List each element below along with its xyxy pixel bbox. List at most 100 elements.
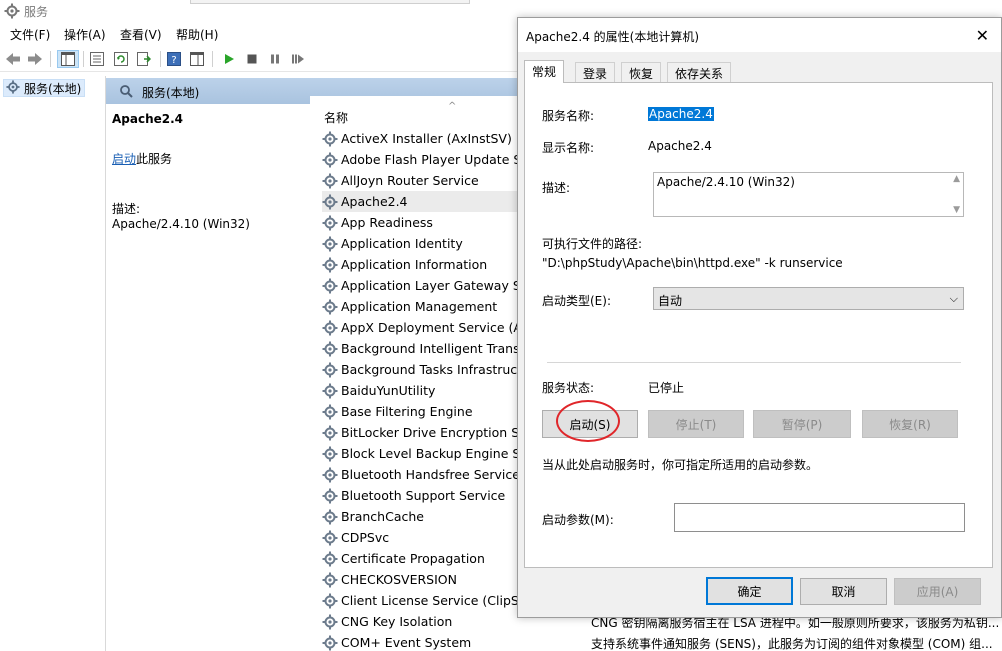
start-service-line: 启动此服务	[112, 150, 172, 167]
gear-icon	[322, 551, 338, 567]
start-service-link[interactable]: 启动	[112, 152, 136, 166]
content-header-title: 服务(本地)	[142, 86, 200, 100]
svg-text:?: ?	[171, 55, 176, 66]
column-header-name[interactable]: 名称	[324, 109, 348, 126]
gear-icon	[322, 635, 338, 651]
menu-file[interactable]: 文件(F)	[10, 26, 50, 43]
general-tab-panel: 服务名称: Apache2.4 显示名称: Apache2.4 描述: Apac…	[524, 82, 993, 568]
table-row[interactable]: BitLocker Drive Encryption Ser	[322, 422, 542, 443]
service-name-value[interactable]: Apache2.4	[648, 107, 714, 121]
dialog-title: Apache2.4 的属性(本地计算机)	[526, 30, 700, 44]
table-row[interactable]: Bluetooth Support Service	[322, 485, 542, 506]
gear-icon	[322, 467, 338, 483]
tab-dependencies[interactable]: 依存关系	[667, 62, 732, 82]
back-arrow-icon[interactable]	[4, 50, 22, 68]
start-service-suffix: 此服务	[136, 152, 173, 166]
table-row[interactable]: Base Filtering Engine	[322, 401, 542, 422]
scroll-up-icon[interactable]: ▲	[953, 174, 960, 184]
ok-button[interactable]: 确定	[706, 577, 793, 605]
description-textbox[interactable]: Apache/2.4.10 (Win32) ▲ ▼	[653, 172, 964, 217]
start-service-icon[interactable]	[220, 50, 238, 68]
table-row[interactable]: Background Intelligent Transfe	[322, 338, 542, 359]
gear-icon	[322, 299, 338, 315]
tab-recovery[interactable]: 恢复	[621, 62, 662, 82]
gear-icon	[322, 341, 338, 357]
close-icon[interactable]: ✕	[976, 26, 989, 45]
table-row[interactable]: Background Tasks Infrastructu	[322, 359, 542, 380]
service-name-cell: CDPSvc	[341, 530, 390, 545]
properties-icon[interactable]	[88, 50, 106, 68]
refresh-icon[interactable]	[112, 50, 130, 68]
console-tree-icon[interactable]	[57, 50, 79, 68]
pause-service-icon[interactable]	[266, 50, 284, 68]
service-name-cell: CHECKOSVERSION	[341, 572, 457, 587]
start-params-input[interactable]	[674, 503, 965, 532]
service-name-cell: Apache2.4	[341, 194, 408, 209]
menu-action[interactable]: 操作(A)	[64, 26, 106, 43]
properties-dialog: Apache2.4 的属性(本地计算机) ✕ 常规 登录 恢复 依存关系 服务名…	[517, 17, 1002, 618]
resume-button[interactable]: 恢复(R)	[862, 410, 958, 438]
tab-general[interactable]: 常规	[524, 60, 565, 83]
scroll-down-icon[interactable]: ▼	[953, 205, 960, 215]
gear-icon	[6, 79, 20, 97]
table-row[interactable]: Block Level Backup Engine Ser	[322, 443, 542, 464]
service-name-cell: AllJoyn Router Service	[341, 173, 479, 188]
display-name-label: 显示名称:	[542, 141, 595, 155]
gear-icon	[322, 383, 338, 399]
exe-path-label: 可执行文件的路径:	[542, 237, 643, 251]
dialog-tabs: 常规 登录 恢复 依存关系	[524, 60, 924, 83]
startup-type-value: 自动	[658, 294, 683, 308]
table-row[interactable]: Application Information	[322, 254, 542, 275]
table-row[interactable]: Apache2.4	[322, 191, 542, 212]
table-row[interactable]: AppX Deployment Service (Ap	[322, 317, 542, 338]
table-row[interactable]: App Readiness	[322, 212, 542, 233]
table-row[interactable]: CHECKOSVERSION	[322, 569, 542, 590]
table-row[interactable]: Adobe Flash Player Update Se	[322, 149, 542, 170]
gear-icon	[322, 362, 338, 378]
detail-description-value: Apache/2.4.10 (Win32)	[112, 217, 250, 231]
restart-service-icon[interactable]	[289, 50, 307, 68]
menu-help[interactable]: 帮助(H)	[176, 26, 218, 43]
table-row[interactable]: Application Identity	[322, 233, 542, 254]
export-list-icon[interactable]	[135, 50, 153, 68]
exe-path-value[interactable]: "D:\phpStudy\Apache\bin\httpd.exe" -k ru…	[542, 256, 843, 270]
table-row[interactable]: ActiveX Installer (AxInstSV)	[322, 128, 542, 149]
stop-button[interactable]: 停止(T)	[648, 410, 744, 438]
apply-button[interactable]: 应用(A)	[894, 578, 981, 605]
service-name-cell: Application Management	[341, 299, 498, 314]
pause-button[interactable]: 暂停(P)	[753, 410, 851, 438]
show-hide-pane-icon[interactable]	[188, 50, 206, 68]
service-name-cell: AppX Deployment Service (Ap	[341, 320, 530, 335]
menu-view[interactable]: 查看(V)	[120, 26, 162, 43]
window-title: 服务	[24, 5, 49, 19]
startup-type-select[interactable]: 自动 ⌵	[653, 287, 964, 310]
table-row[interactable]: AllJoyn Router Service	[322, 170, 542, 191]
table-row[interactable]: BaiduYunUtility	[322, 380, 542, 401]
table-row[interactable]: CNG Key Isolation	[322, 611, 542, 632]
service-name-cell: Background Intelligent Transfe	[341, 341, 532, 356]
table-row[interactable]: Application Management	[322, 296, 542, 317]
help-icon[interactable]: ?	[165, 50, 183, 68]
gear-icon	[322, 257, 338, 273]
tree-item-services-local[interactable]: 服务(本地)	[3, 79, 85, 97]
table-row[interactable]: Application Layer Gateway Ser	[322, 275, 542, 296]
tab-logon[interactable]: 登录	[575, 62, 616, 82]
table-row[interactable]: CDPSvc	[322, 527, 542, 548]
table-row[interactable]: Certificate Propagation	[322, 548, 542, 569]
table-row[interactable]: COM+ Event System	[322, 632, 542, 651]
display-name-value[interactable]: Apache2.4	[648, 139, 712, 153]
start-params-label: 启动参数(M):	[542, 513, 614, 527]
stop-service-icon[interactable]	[243, 50, 261, 68]
table-row[interactable]: Client License Service (ClipSVC	[322, 590, 542, 611]
table-row[interactable]: BranchCache	[322, 506, 542, 527]
service-name-cell: CNG Key Isolation	[341, 614, 453, 629]
toolbar-separator	[160, 51, 161, 67]
gear-icon	[322, 425, 338, 441]
service-name-cell: Background Tasks Infrastructu	[341, 362, 530, 377]
forward-arrow-icon[interactable]	[26, 50, 44, 68]
gear-icon	[322, 572, 338, 588]
gear-icon	[322, 404, 338, 420]
gear-icon	[322, 488, 338, 504]
cancel-button[interactable]: 取消	[800, 578, 887, 605]
table-row[interactable]: Bluetooth Handsfree Service	[322, 464, 542, 485]
